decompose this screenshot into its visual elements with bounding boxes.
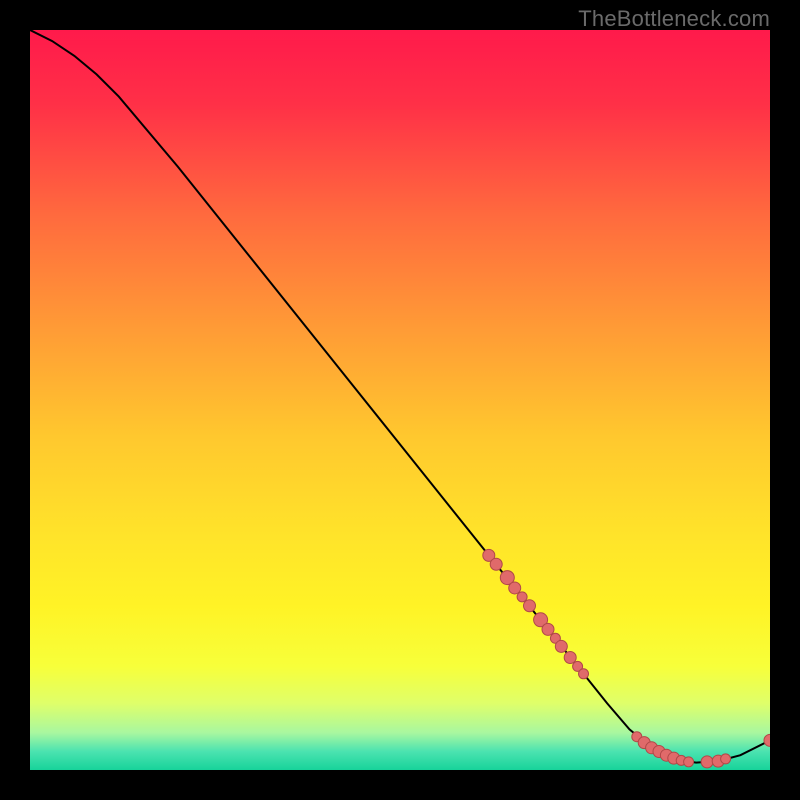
data-point	[509, 582, 521, 594]
data-point	[579, 669, 589, 679]
data-point	[701, 756, 713, 768]
data-point	[490, 558, 502, 570]
chart-svg	[30, 30, 770, 770]
data-point	[564, 652, 576, 664]
data-point	[721, 754, 731, 764]
data-point	[542, 623, 554, 635]
gradient-background	[30, 30, 770, 770]
data-point	[524, 600, 536, 612]
data-point	[517, 592, 527, 602]
data-point	[555, 640, 567, 652]
data-point	[684, 757, 694, 767]
chart-stage: TheBottleneck.com	[0, 0, 800, 800]
plot-area	[30, 30, 770, 770]
attribution-text: TheBottleneck.com	[578, 6, 770, 32]
